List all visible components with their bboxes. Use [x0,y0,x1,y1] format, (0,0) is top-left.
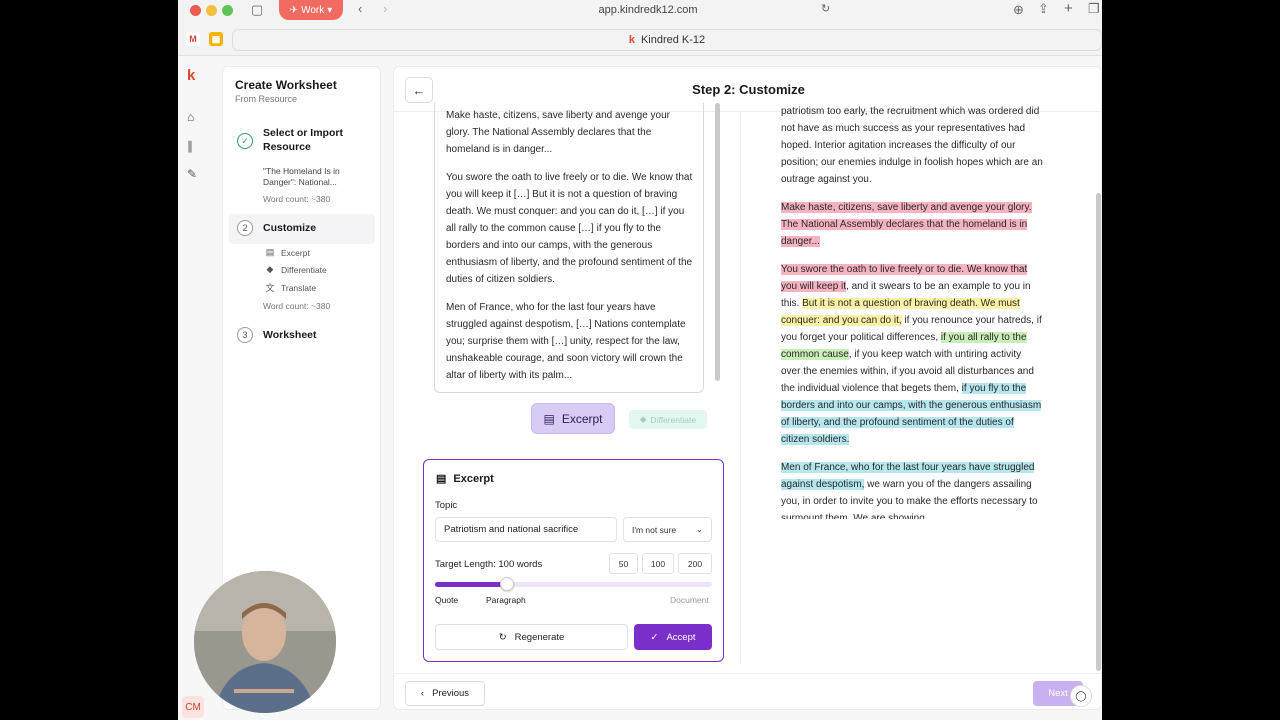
excerpt-paragraph: Men of France, who for the last four yea… [446,302,686,381]
excerpt-tool-button[interactable]: ▤ Excerpt [531,403,615,434]
forward-nav-icon[interactable]: › [383,1,387,16]
accept-button[interactable]: ✓ Accept [634,624,712,650]
new-tab-icon[interactable]: + [1064,0,1073,17]
sidebar-subtitle: From Resource [235,94,298,104]
tab-title: Kindred K-12 [640,34,706,46]
sub-item-excerpt[interactable]: ▤ Excerpt [265,247,310,258]
step-2-label[interactable]: Customize [263,221,316,235]
main-panel: ← Step 2: Customize Make haste, citizens… [393,66,1102,710]
length-option-100[interactable]: 100 [642,553,674,574]
slider-fill [435,582,508,587]
length-slider[interactable] [435,582,712,587]
sub-item-translate[interactable]: 文 Translate [265,281,316,294]
reload-icon[interactable]: ↻ [821,2,830,15]
column-divider [740,113,741,663]
source-paragraph: Men of France, who for the last four yea… [781,462,1038,519]
url-text: app.kindredk12.com [598,4,698,16]
rocket-icon: ✈ [289,4,299,16]
excerpt-text: Make haste, citizens, save liberty and a… [446,107,694,392]
letterbox-left [0,0,178,720]
slider-mark-document: Document [670,595,709,605]
document-icon: ▤ [265,247,275,257]
slider-mark-quote: Quote [435,595,459,605]
step-2-number: 2 [237,220,253,236]
chevron-down-icon: ⌄ [695,524,703,534]
step-1-label[interactable]: Select or Import Resource [263,126,363,154]
topic-select[interactable]: I'm not sure ⌄ [623,517,712,542]
tab-kindred[interactable]: k Kindred K-12 [232,29,1102,51]
page-title: Step 2: Customize [692,82,805,97]
create-icon[interactable]: ✎ [187,167,201,181]
source-paragraph: You swore the oath to live freely or to … [781,264,1042,445]
tab-overview-icon[interactable]: ❐ [1088,1,1100,17]
step-1-resource: "The Homeland Is in Danger": National... [263,166,340,187]
share-icon[interactable]: ⇪ [1038,1,1049,17]
back-nav-icon[interactable]: ‹ [358,1,362,16]
library-icon[interactable]: ∥ [187,139,201,153]
kindred-logo[interactable]: k [187,67,195,84]
kindred-favicon-icon: k [628,34,635,46]
footer: ‹ Previous Next ◯ [394,673,1101,709]
topic-label: Topic [435,500,458,511]
source-text: patriotism too early, the recruitment wh… [781,103,1043,519]
step-2-word-count: Word count: ~380 [263,301,331,311]
slider-thumb[interactable] [500,577,515,591]
step-1-check-icon: ✓ [237,133,253,149]
minimize-window-button[interactable] [206,5,217,16]
target-length-label: Target Length: 100 words [435,559,543,570]
regenerate-button[interactable]: ↻ Regenerate [435,624,628,650]
refresh-icon: ↻ [498,631,507,643]
excerpt-scrollbar[interactable] [715,103,720,381]
letterbox-right [1102,0,1280,720]
excerpt-paragraph: Make haste, citizens, save liberty and a… [446,110,671,155]
step-3-label[interactable]: Worksheet [263,328,317,342]
home-icon[interactable]: ⌂ [187,110,201,124]
sidebar-toggle-icon[interactable]: ▢ [251,2,263,18]
user-avatar[interactable]: CM [182,696,204,718]
chevron-down-icon: ▾ [327,4,333,16]
slider-mark-paragraph: Paragraph [486,595,526,605]
differentiate-tool-button[interactable]: ◆ Differentiate [629,410,707,429]
panel-title: ▤ Excerpt [436,472,494,486]
step-3-number: 3 [237,327,253,343]
zoom-window-button[interactable] [222,5,233,16]
sidebar-title: Create Worksheet [235,78,337,92]
previous-button[interactable]: ‹ Previous [405,681,485,706]
highlight-red: Make haste, citizens, save liberty and a… [781,202,1032,247]
browser-toolbar: ▢ ✈ Work ▾ ‹ › app.kindredk12.com ↻ ⊕ ⇪ + … [178,0,1102,56]
check-icon: ✓ [650,631,659,643]
document-icon: ▤ [543,411,555,426]
translate-icon: 文 [265,283,275,293]
close-window-button[interactable] [190,5,201,16]
page-scrollbar[interactable] [1096,193,1101,671]
chat-bubble-icon[interactable]: ◯ [1070,685,1092,707]
excerpt-settings-panel: ▤ Excerpt Topic Patriotism and national s… [423,459,724,662]
profile-pill[interactable]: ✈ Work ▾ [279,0,343,20]
profile-label: Work [301,4,325,16]
length-option-200[interactable]: 200 [678,553,712,574]
excerpt-paragraph: You swore the oath to live freely or to … [446,172,693,285]
gmail-pinned-tab[interactable]: M [186,32,200,46]
download-icon[interactable]: ⊕ [1013,2,1024,18]
chevron-left-icon: ‹ [420,688,425,699]
graduation-cap-icon: ◆ [639,414,647,424]
graduation-cap-icon: ◆ [266,264,274,274]
address-bar[interactable]: app.kindredk12.com [458,0,838,20]
excerpt-preview[interactable]: Make haste, citizens, save liberty and a… [434,103,704,393]
document-icon: ▤ [436,473,447,485]
step-1-word-count: Word count: ~380 [263,194,331,204]
sub-item-differentiate[interactable]: ◆ Differentiate [265,264,327,275]
calendar-pinned-tab[interactable]: ▦ [209,32,223,46]
presenter-webcam [194,571,336,713]
length-option-50[interactable]: 50 [609,553,638,574]
topic-input[interactable]: Patriotism and national sacrifice [435,517,617,542]
source-paragraph: Make haste, citizens, save liberty and a… [781,199,1043,250]
source-paragraph: patriotism too early, the recruitment wh… [781,106,1043,185]
